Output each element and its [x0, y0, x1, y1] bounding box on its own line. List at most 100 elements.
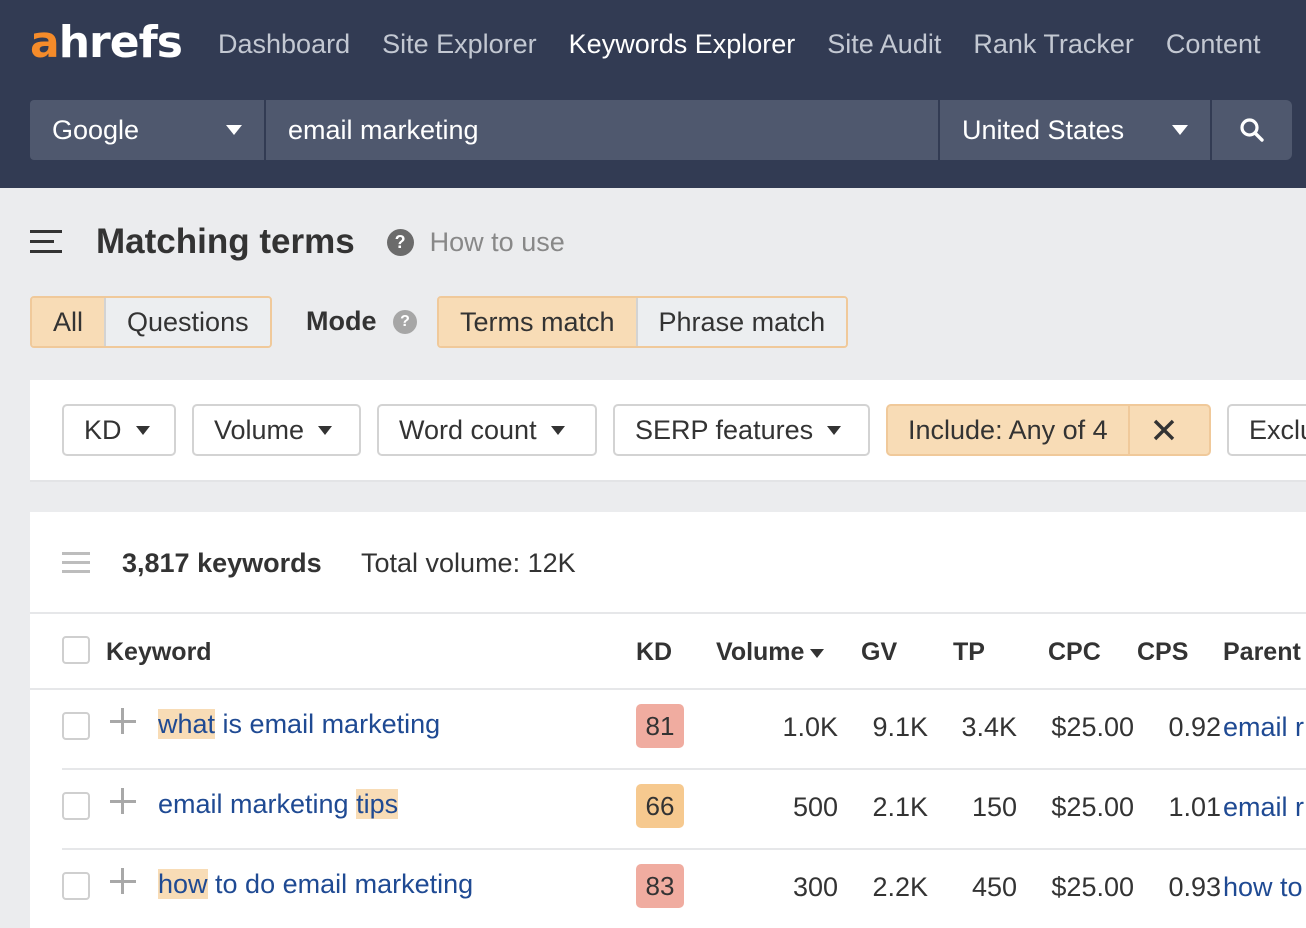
country-value: United States	[962, 114, 1125, 145]
mode-help-icon[interactable]: ?	[393, 310, 417, 334]
parent-topic-link[interactable]: how to	[1223, 872, 1303, 903]
filter-volume[interactable]: Volume	[192, 404, 361, 456]
keyword-text: to do email marketing	[207, 869, 474, 899]
nav-site-audit[interactable]: Site Audit	[827, 26, 941, 62]
toggle-phrase-match[interactable]: Phrase match	[635, 298, 847, 346]
chevron-down-icon	[318, 425, 333, 435]
col-gv[interactable]: GV	[861, 638, 897, 667]
match-mode-toggle: Terms match Phrase match	[437, 296, 849, 348]
volume-cell: 300	[792, 872, 838, 902]
keyword-count: 3,817 keywords	[122, 548, 322, 578]
keyword-search-input[interactable]	[266, 100, 938, 160]
tp-cell: 3.4K	[961, 712, 1017, 742]
chevron-down-icon	[550, 425, 565, 435]
ahrefs-logo[interactable]: ahrefs	[30, 17, 183, 68]
nav-content[interactable]: Content	[1166, 26, 1261, 62]
page-title: Matching terms	[96, 222, 355, 261]
search-engine-select[interactable]: Google	[30, 100, 264, 160]
keyword-text: email marketing	[158, 789, 357, 819]
keyword-highlight: how	[158, 869, 208, 899]
table-row: what is email marketing 81 1.0K 9.1K 3.4…	[62, 690, 1306, 770]
chevron-down-icon	[135, 425, 150, 435]
total-volume: Total volume: 12K	[361, 548, 576, 578]
col-keyword[interactable]: Keyword	[106, 638, 212, 667]
filter-exclude[interactable]: Exclu	[1227, 404, 1306, 456]
sort-desc-icon	[810, 648, 825, 658]
col-volume-label: Volume	[716, 638, 805, 666]
menu-icon[interactable]	[30, 230, 62, 254]
keyword-type-toggle: All Questions	[30, 296, 272, 348]
search-icon	[1240, 118, 1264, 142]
tp-cell: 450	[971, 872, 1017, 902]
parent-topic-link[interactable]: email r	[1223, 712, 1304, 743]
row-checkbox[interactable]	[62, 712, 90, 740]
nav-rank-tracker[interactable]: Rank Tracker	[973, 26, 1134, 62]
logo-accent-letter: a	[30, 17, 60, 68]
filter-bar: KD Volume Word count SERP features Inclu…	[30, 380, 1306, 482]
col-kd[interactable]: KD	[636, 638, 672, 667]
filter-word-count-label: Word count	[399, 414, 537, 445]
col-cpc[interactable]: CPC	[1048, 638, 1101, 667]
filter-include[interactable]: Include: Any of 4	[886, 404, 1211, 456]
search-button[interactable]	[1212, 100, 1292, 160]
filter-serp-features-label: SERP features	[635, 414, 814, 445]
results-summary: 3,817 keywords Total volume: 12K	[30, 512, 1306, 614]
add-to-list-icon[interactable]	[110, 788, 136, 814]
volume-cell: 1.0K	[782, 712, 838, 742]
table-row: email marketing tips 66 500 2.1K 150 $25…	[62, 770, 1306, 850]
filter-include-label: Include: Any of 4	[908, 414, 1108, 445]
kd-badge: 83	[636, 864, 684, 908]
add-to-list-icon[interactable]	[110, 868, 136, 894]
mode-label: Mode	[306, 306, 377, 336]
col-parent[interactable]: Parent	[1223, 638, 1301, 667]
cpc-cell: $25.00	[1051, 712, 1134, 742]
keyword-highlight: tips	[356, 789, 399, 819]
chevron-down-icon	[1172, 125, 1188, 135]
gv-cell: 9.1K	[872, 712, 928, 742]
row-checkbox[interactable]	[62, 872, 90, 900]
filter-volume-label: Volume	[214, 414, 305, 445]
select-all-checkbox[interactable]	[62, 636, 90, 664]
col-cps[interactable]: CPS	[1137, 638, 1188, 667]
col-volume[interactable]: Volume	[716, 638, 825, 667]
top-header: ahrefs Dashboard Site Explorer Keywords …	[0, 0, 1306, 188]
filter-exclude-label: Exclu	[1249, 414, 1306, 445]
cps-cell: 0.92	[1168, 712, 1221, 742]
parent-topic-link[interactable]: email r	[1223, 792, 1304, 823]
kd-badge: 66	[636, 784, 684, 828]
gv-cell: 2.1K	[872, 792, 928, 822]
col-tp[interactable]: TP	[953, 638, 985, 667]
page-header: Matching terms ? How to use	[30, 222, 565, 262]
logo-text: hrefs	[58, 17, 183, 68]
chevron-down-icon	[226, 125, 242, 135]
results-panel: 3,817 keywords Total volume: 12K Keyword…	[30, 512, 1306, 928]
how-to-use-link[interactable]: How to use	[430, 227, 565, 258]
chevron-down-icon	[827, 425, 842, 435]
row-checkbox[interactable]	[62, 792, 90, 820]
filter-kd[interactable]: KD	[62, 404, 176, 456]
nav-dashboard[interactable]: Dashboard	[218, 26, 350, 62]
cpc-cell: $25.00	[1051, 792, 1134, 822]
keyword-link[interactable]: email marketing tips	[158, 786, 399, 823]
filter-serp-features[interactable]: SERP features	[613, 404, 870, 456]
keyword-highlight: what	[158, 709, 216, 739]
country-select[interactable]: United States	[940, 100, 1210, 160]
tp-cell: 150	[971, 792, 1017, 822]
add-to-list-icon[interactable]	[110, 708, 136, 734]
toggle-all[interactable]: All	[32, 298, 105, 346]
columns-menu-icon[interactable]	[62, 552, 90, 574]
nav-keywords-explorer[interactable]: Keywords Explorer	[569, 26, 796, 62]
cpc-cell: $25.00	[1051, 872, 1134, 902]
gv-cell: 2.2K	[872, 872, 928, 902]
clear-include-button[interactable]	[1127, 406, 1198, 454]
search-engine-value: Google	[52, 114, 140, 145]
keyword-link[interactable]: what is email marketing	[158, 706, 440, 743]
filter-word-count[interactable]: Word count	[377, 404, 597, 456]
help-icon[interactable]: ?	[386, 228, 414, 256]
keyword-link[interactable]: how to do email marketing	[158, 866, 473, 903]
toggle-terms-match[interactable]: Terms match	[439, 298, 636, 346]
cps-cell: 0.93	[1168, 872, 1221, 902]
toggle-questions[interactable]: Questions	[104, 298, 270, 346]
table-header: Keyword KD Volume GV TP CPC CPS Parent	[30, 614, 1306, 690]
nav-site-explorer[interactable]: Site Explorer	[382, 26, 537, 62]
